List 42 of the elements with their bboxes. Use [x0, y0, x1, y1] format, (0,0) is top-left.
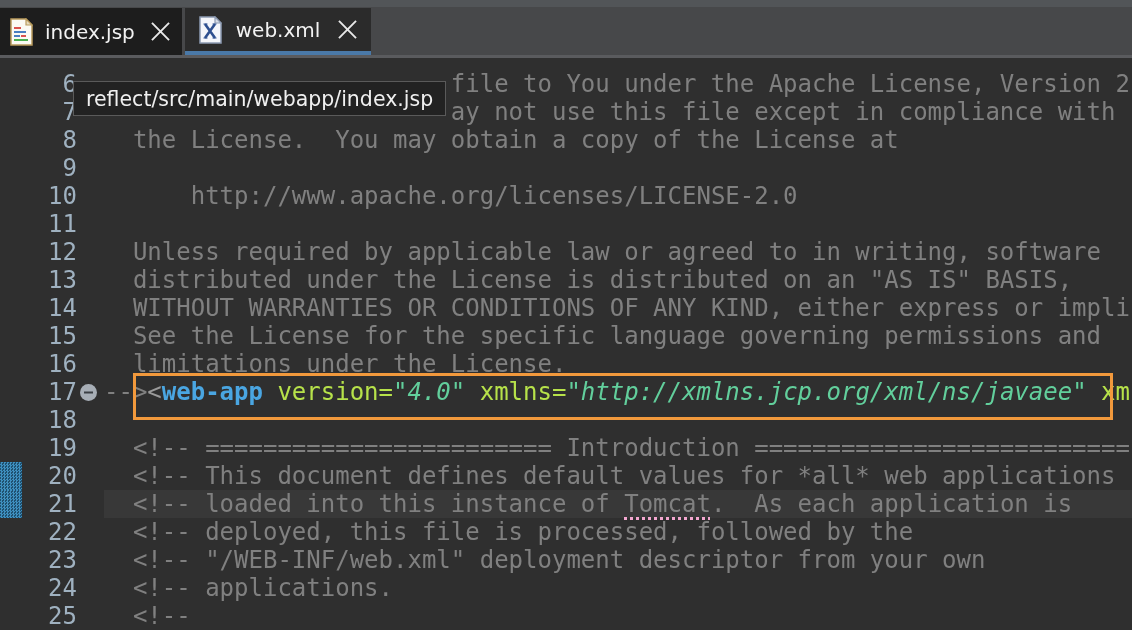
tooltip: reflect/src/main/webapp/index.jsp — [73, 81, 447, 116]
line-number: 18 — [48, 406, 77, 434]
line-number: 8 — [62, 126, 77, 154]
code-line: <!-- applications. — [132, 574, 393, 602]
line-number: 13 — [48, 266, 77, 294]
line-number: 21 — [48, 490, 77, 518]
code-line: <!-- — [132, 602, 191, 630]
document-icon — [10, 17, 33, 46]
line-number: 10 — [48, 182, 77, 210]
line-number: 9 — [62, 154, 77, 182]
code-line: ay not use this file except in compliance with — [450, 98, 1116, 126]
code-line: distributed under the License is distributed on an "AS IS" BASIS, — [132, 266, 1073, 294]
line-number: 20 — [48, 462, 77, 490]
code-line: file to You under the Apache License, Version 2 — [450, 70, 1130, 98]
collapse-icon[interactable] — [80, 383, 97, 401]
line-number: 25 — [48, 602, 77, 630]
line-number: 22 — [48, 518, 77, 546]
line-number: 24 — [48, 574, 77, 602]
line-number: 15 — [48, 322, 77, 350]
line-number: 16 — [48, 350, 77, 378]
line-number: 23 — [48, 546, 77, 574]
code-line: http://www.apache.org/licenses/LICENSE-2.0 — [190, 182, 798, 210]
code-line: Unless required by applicable law or agreed to in writing, software — [132, 238, 1101, 266]
code-line: <!-- This document defines default values for *all* web applications — [132, 462, 1116, 490]
code-line: WITHOUT WARRANTIES OR CONDITIONS OF ANY KIND, either express or impli — [132, 294, 1130, 322]
line-number: 17 — [48, 378, 77, 406]
close-icon[interactable] — [150, 22, 170, 41]
code-line: <!-- loaded into this instance of Tomcat. As each application is — [132, 490, 1073, 518]
line-number: 19 — [48, 434, 77, 462]
editor-tab[interactable]: web.xml — [184, 8, 372, 55]
code-line: limitations under the License. — [132, 350, 567, 378]
code-line: <!-- ======================== Introduction ========================== — [132, 434, 1130, 462]
line-number: 14 — [48, 294, 77, 322]
code-line: the License. You may obtain a copy of the License at — [132, 126, 899, 154]
code-line: <!-- "/WEB-INF/web.xml" deployment descriptor from your own — [132, 546, 986, 574]
line-number: 11 — [48, 210, 77, 238]
code-line: <!-- deployed, this file is processed, followed by the — [132, 518, 914, 546]
document-x-icon — [198, 15, 222, 44]
line-number: 12 — [48, 238, 77, 266]
editor-tab[interactable]: index.jsp — [0, 8, 182, 55]
code-line: See the License for the specific language governing permissions and — [132, 322, 1101, 350]
close-icon[interactable] — [338, 20, 358, 39]
